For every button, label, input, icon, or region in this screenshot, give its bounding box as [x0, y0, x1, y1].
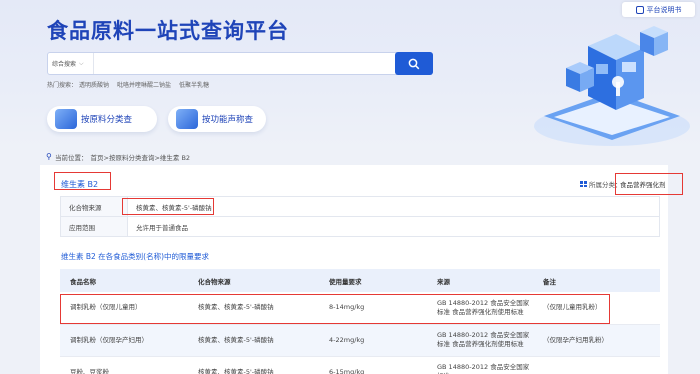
highlight-box-classification: [615, 173, 683, 195]
browse-by-ingredient-button[interactable]: 按原料分类查: [47, 106, 157, 132]
food-name-cell: 豆粉、豆浆粉: [60, 356, 188, 374]
breadcrumb-path[interactable]: 首页>按原料分类查询>维生素 B2: [91, 152, 191, 162]
info-key: 化合物来源: [60, 196, 128, 217]
search-type-select[interactable]: 综合搜索 ⌵: [48, 53, 94, 74]
isometric-server-illustration: [534, 26, 690, 146]
search-icon: [408, 58, 420, 69]
column-header: 食品名称: [60, 269, 188, 292]
amount-cell: 4-22mg/kg: [319, 324, 427, 357]
bottle-icon: [176, 109, 198, 129]
search-box: 综合搜索 ⌵: [47, 52, 433, 75]
food-name-cell: 调制乳粉（仅限孕产妇用）: [60, 324, 188, 357]
hot-search-term[interactable]: 低聚半乳糖: [179, 80, 209, 89]
column-header: 备注: [533, 269, 660, 292]
location-pin-icon: ⚲: [46, 152, 52, 161]
highlight-box-source: [122, 198, 214, 215]
info-value: 允许用于普通食品: [127, 216, 660, 237]
hero-banner: 食品原料一站式查询平台 平台说明书 综合搜索 ⌵ 热门搜索： 透明质酸钠 吡咯并…: [0, 0, 700, 148]
page-title: 食品原料一站式查询平台: [47, 19, 289, 43]
platform-manual-label: 平台说明书: [646, 5, 682, 14]
note-cell: [533, 356, 660, 374]
chevron-down-icon: ⌵: [79, 59, 84, 67]
search-input[interactable]: [95, 53, 395, 74]
hot-search-term[interactable]: 吡咯并喹啉醌二钠盐: [117, 80, 171, 89]
column-header: 来源: [427, 269, 533, 292]
hot-search-label: 热门搜索：: [47, 82, 78, 89]
column-header: 化合物来源: [188, 269, 319, 292]
column-header: 使用量要求: [319, 269, 427, 292]
platform-manual-button[interactable]: 平台说明书: [622, 2, 695, 17]
search-type-value: 综合搜索: [52, 61, 77, 68]
origin-cell[interactable]: GB 14880-2012 食品安全国家标准 食品营养强化剂使用标准: [427, 324, 533, 357]
browse-by-function-button[interactable]: 按功能声称查: [168, 106, 266, 132]
breadcrumb-label: 当前位置：: [55, 154, 88, 162]
browse-by-ingredient-label: 按原料分类查: [81, 115, 133, 125]
grid-icon: [580, 181, 587, 187]
hot-search-term[interactable]: 透明质酸钠: [79, 80, 109, 89]
magnifier-icon: [55, 109, 77, 129]
book-icon: [635, 5, 644, 14]
hot-search-list: 热门搜索： 透明质酸钠 吡咯并喹啉醌二钠盐 低聚半乳糖: [47, 80, 209, 89]
limits-section-title: 维生素 B2 在各食品类别(名称)中的限量要求: [61, 252, 210, 261]
highlight-box-title: [54, 172, 111, 190]
source-cell: 核黄素、核黄素-5'-磷酸钠: [188, 324, 319, 357]
table-row: 调制乳粉（仅限孕产妇用） 核黄素、核黄素-5'-磷酸钠 4-22mg/kg GB…: [60, 324, 660, 357]
info-key: 应用范围: [60, 216, 128, 237]
info-row: 应用范围 允许用于普通食品: [60, 216, 660, 237]
origin-cell[interactable]: GB 14880-2012 食品安全国家标准: [427, 356, 533, 374]
breadcrumb: ⚲ 当前位置： 首页>按原料分类查询>维生素 B2: [46, 152, 191, 163]
source-cell: 核黄素、核黄素-5'-磷酸钠: [188, 356, 319, 374]
table-row: 豆粉、豆浆粉 核黄素、核黄素-5'-磷酸钠 6-15mg/kg GB 14880…: [60, 356, 660, 374]
note-cell: （仅限孕产妇用乳粉）: [533, 324, 660, 357]
search-button[interactable]: [395, 52, 433, 75]
browse-by-function-label: 按功能声称查: [202, 115, 254, 125]
amount-cell: 6-15mg/kg: [319, 356, 427, 374]
highlight-box-first-row: [60, 294, 610, 324]
limits-header-row: 食品名称 化合物来源 使用量要求 来源 备注: [60, 269, 660, 292]
